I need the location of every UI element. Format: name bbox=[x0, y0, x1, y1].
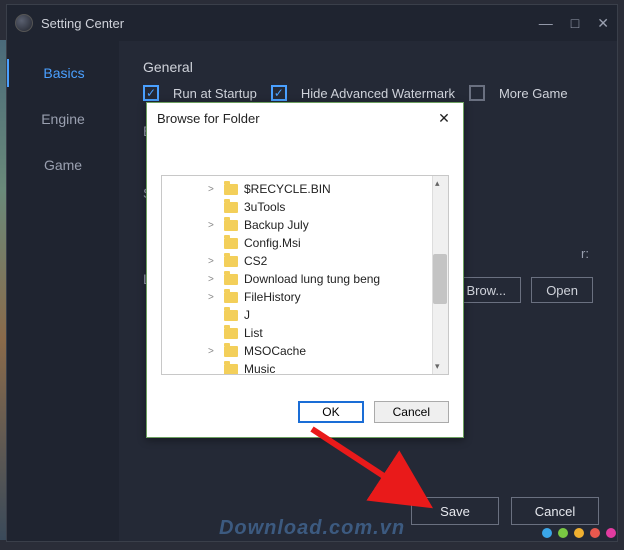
folder-icon bbox=[224, 184, 238, 195]
label-run-startup: Run at Startup bbox=[173, 86, 257, 101]
browse-folder-dialog: Browse for Folder ✕ > $RECYCLE.BIN 3uTools… bbox=[146, 102, 464, 438]
general-options-row: ✓ Run at Startup ✓ Hide Advanced Waterma… bbox=[143, 85, 593, 101]
titlebar: Setting Center — □ ✕ bbox=[7, 5, 617, 41]
folder-row[interactable]: 3uTools bbox=[162, 198, 448, 216]
folder-icon bbox=[224, 346, 238, 357]
folder-name: FileHistory bbox=[244, 290, 301, 304]
save-button[interactable]: Save bbox=[411, 497, 499, 525]
app-icon bbox=[15, 14, 33, 32]
folder-row[interactable]: > Download lung tung beng bbox=[162, 270, 448, 288]
folder-row[interactable]: J bbox=[162, 306, 448, 324]
open-button[interactable]: Open bbox=[531, 277, 593, 303]
folder-name: Download lung tung beng bbox=[244, 272, 380, 286]
folder-name: $RECYCLE.BIN bbox=[244, 182, 331, 196]
folder-icon bbox=[224, 310, 238, 321]
folder-row[interactable]: Config.Msi bbox=[162, 234, 448, 252]
cancel-button[interactable]: Cancel bbox=[511, 497, 599, 525]
folder-row[interactable]: > Backup July bbox=[162, 216, 448, 234]
dialog-ok-button[interactable]: OK bbox=[298, 401, 363, 423]
label-more-game: More Game bbox=[499, 86, 568, 101]
section-general: General bbox=[143, 59, 593, 75]
folder-row[interactable]: Music bbox=[162, 360, 448, 375]
footer-buttons: Save Cancel bbox=[411, 497, 599, 525]
sidebar-item-game[interactable]: Game bbox=[7, 151, 119, 179]
folder-icon bbox=[224, 202, 238, 213]
watermark-dot bbox=[574, 528, 584, 538]
watermark-dot bbox=[558, 528, 568, 538]
folder-name: Backup July bbox=[244, 218, 309, 232]
minimize-button[interactable]: — bbox=[539, 15, 553, 32]
scroll-up-icon[interactable]: ▴ bbox=[435, 178, 445, 189]
folder-icon bbox=[224, 328, 238, 339]
path-buttons: Brow... Open bbox=[451, 277, 593, 303]
folder-icon bbox=[224, 220, 238, 231]
folder-row[interactable]: > FileHistory bbox=[162, 288, 448, 306]
watermark-dot bbox=[542, 528, 552, 538]
folder-row[interactable]: List bbox=[162, 324, 448, 342]
dialog-close-icon[interactable]: ✕ bbox=[435, 109, 453, 127]
close-button[interactable]: ✕ bbox=[597, 15, 609, 32]
folder-icon bbox=[224, 364, 238, 375]
folder-icon bbox=[224, 238, 238, 249]
dialog-cancel-button[interactable]: Cancel bbox=[374, 401, 449, 423]
folder-name: List bbox=[244, 326, 263, 340]
watermark-dot bbox=[606, 528, 616, 538]
folder-tree[interactable]: > $RECYCLE.BIN 3uTools > Backup July Config.M… bbox=[161, 175, 449, 375]
chevron-right-icon[interactable]: > bbox=[208, 184, 218, 195]
scroll-down-icon[interactable]: ▾ bbox=[435, 361, 445, 372]
checkbox-more-game[interactable]: ✓ bbox=[469, 85, 485, 101]
dialog-title: Browse for Folder bbox=[157, 111, 260, 126]
watermark-dot bbox=[590, 528, 600, 538]
folder-icon bbox=[224, 274, 238, 285]
folder-icon bbox=[224, 256, 238, 267]
maximize-button[interactable]: □ bbox=[571, 15, 579, 32]
scrollbar-track[interactable]: ▴ ▾ bbox=[432, 176, 448, 374]
folder-name: J bbox=[244, 308, 250, 322]
sidebar-item-engine[interactable]: Engine bbox=[7, 105, 119, 133]
folder-row[interactable]: > $RECYCLE.BIN bbox=[162, 180, 448, 198]
chevron-right-icon[interactable]: > bbox=[208, 220, 218, 231]
sidebar-item-basics[interactable]: Basics bbox=[7, 59, 119, 87]
sidebar: Basics Engine Game bbox=[7, 41, 119, 541]
watermark: Download.com.vn bbox=[219, 517, 405, 540]
folder-name: CS2 bbox=[244, 254, 267, 268]
window-title: Setting Center bbox=[41, 16, 124, 31]
chevron-right-icon[interactable]: > bbox=[208, 256, 218, 267]
folder-icon bbox=[224, 292, 238, 303]
dialog-titlebar: Browse for Folder ✕ bbox=[147, 103, 463, 133]
window-controls: — □ ✕ bbox=[539, 15, 609, 32]
label-hide-watermark: Hide Advanced Watermark bbox=[301, 86, 455, 101]
folder-row[interactable]: > MSOCache bbox=[162, 342, 448, 360]
dialog-buttons: OK Cancel bbox=[298, 401, 449, 423]
checkbox-run-startup[interactable]: ✓ bbox=[143, 85, 159, 101]
chevron-right-icon[interactable]: > bbox=[208, 346, 218, 357]
folder-row[interactable]: > CS2 bbox=[162, 252, 448, 270]
titlebar-brand: Setting Center bbox=[15, 14, 539, 32]
scrollbar-thumb[interactable] bbox=[433, 254, 447, 304]
folder-name: 3uTools bbox=[244, 200, 285, 214]
chevron-right-icon[interactable]: > bbox=[208, 292, 218, 303]
folder-name: Config.Msi bbox=[244, 236, 301, 250]
checkbox-hide-watermark[interactable]: ✓ bbox=[271, 85, 287, 101]
watermark-dots bbox=[542, 528, 616, 538]
folder-name: MSOCache bbox=[244, 344, 306, 358]
chevron-right-icon[interactable]: > bbox=[208, 274, 218, 285]
folder-name: Music bbox=[244, 362, 275, 375]
path-fragment: r: bbox=[581, 246, 589, 261]
